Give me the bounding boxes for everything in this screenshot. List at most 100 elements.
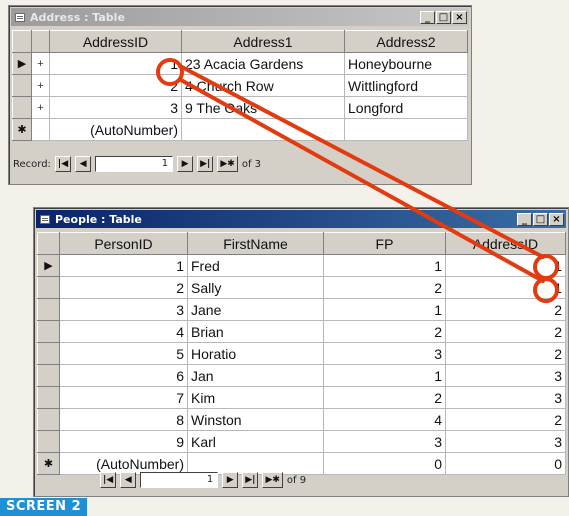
first-name-cell[interactable]: Brian	[187, 320, 324, 343]
table-row[interactable]: 7 Kim 2 3	[37, 386, 566, 409]
record-selector[interactable]: ▶	[37, 254, 60, 277]
close-button[interactable]: ×	[452, 10, 467, 24]
table-row[interactable]: 8 Winston 4 2	[37, 408, 566, 431]
first-name-cell[interactable]: Karl	[187, 430, 324, 453]
person-id-cell[interactable]: 2	[59, 276, 188, 299]
column-header-address2[interactable]: Address2	[344, 30, 468, 53]
corner-cell[interactable]	[37, 232, 60, 255]
first-name-cell[interactable]: Horatio	[187, 342, 324, 365]
fp-cell[interactable]: 2	[323, 320, 446, 343]
address1-cell[interactable]: 23 Acacia Gardens	[181, 52, 345, 75]
address2-cell[interactable]: Longford	[344, 96, 468, 119]
address-window-titlebar[interactable]: Address : Table _ □ ×	[11, 8, 469, 26]
first-name-cell[interactable]: Winston	[187, 408, 324, 431]
column-header-address1[interactable]: Address1	[181, 30, 345, 53]
first-name-cell[interactable]: Kim	[187, 386, 324, 409]
minimize-button[interactable]: _	[420, 10, 435, 24]
address-id-cell[interactable]: 2	[445, 298, 566, 321]
person-id-cell[interactable]: 5	[59, 342, 188, 365]
table-row[interactable]: ▶ 1 Fred 1 1	[37, 254, 566, 277]
record-selector[interactable]	[37, 320, 60, 343]
expand-icon[interactable]: +	[31, 74, 50, 97]
minimize-button[interactable]: _	[517, 212, 532, 226]
person-id-cell[interactable]: 4	[59, 320, 188, 343]
expand-icon[interactable]: +	[31, 52, 50, 75]
table-row[interactable]: 2 Sally 2 1	[37, 276, 566, 299]
maximize-button[interactable]: □	[436, 10, 451, 24]
address-id-cell[interactable]: 2	[445, 320, 566, 343]
first-record-button[interactable]: |◀	[54, 156, 72, 172]
person-id-cell[interactable]: 3	[59, 298, 188, 321]
table-row[interactable]: + 2 4 Church Row Wittlingford	[12, 74, 468, 97]
address-id-cell[interactable]: 1	[445, 254, 566, 277]
first-record-button[interactable]: |◀	[100, 472, 117, 488]
fp-cell[interactable]: 1	[323, 364, 446, 387]
table-row[interactable]: 9 Karl 3 3	[37, 430, 566, 453]
address-id-cell[interactable]: 3	[49, 96, 182, 119]
address1-cell[interactable]: 4 Church Row	[181, 74, 345, 97]
person-id-cell[interactable]: 1	[59, 254, 188, 277]
new-record-icon[interactable]: ✱	[12, 118, 32, 141]
last-record-button[interactable]: ▶|	[197, 156, 214, 172]
fp-cell[interactable]: 1	[323, 254, 446, 277]
address-id-cell[interactable]: 1	[49, 52, 182, 75]
address-id-cell[interactable]: 0	[445, 452, 566, 475]
address2-cell[interactable]: Wittlingford	[344, 74, 468, 97]
table-row[interactable]: + 3 9 The Oaks Longford	[12, 96, 468, 119]
maximize-button[interactable]: □	[533, 212, 548, 226]
record-number-input[interactable]: 1	[140, 472, 219, 488]
next-record-button[interactable]: ▶	[177, 156, 194, 172]
new-record-row[interactable]: ✱ (AutoNumber)	[12, 118, 468, 141]
empty-cell[interactable]	[181, 118, 345, 141]
address-id-cell[interactable]: 3	[445, 364, 566, 387]
table-row[interactable]: 4 Brian 2 2	[37, 320, 566, 343]
address-id-cell[interactable]: 3	[445, 430, 566, 453]
record-selector[interactable]	[37, 342, 60, 365]
first-name-cell[interactable]: Jane	[187, 298, 324, 321]
close-button[interactable]: ×	[549, 212, 564, 226]
first-name-cell[interactable]: Fred	[187, 254, 324, 277]
column-header-addressid[interactable]: AddressID	[445, 232, 566, 255]
address-id-cell[interactable]: 3	[445, 386, 566, 409]
column-header-fp[interactable]: FP	[323, 232, 446, 255]
column-header-addressid[interactable]: AddressID	[49, 30, 182, 53]
corner-cell[interactable]	[12, 30, 32, 53]
fp-cell[interactable]: 3	[323, 430, 446, 453]
first-name-cell[interactable]: Jan	[187, 364, 324, 387]
new-record-button[interactable]: ▶✱	[262, 472, 283, 488]
last-record-button[interactable]: ▶|	[242, 472, 259, 488]
people-table-window[interactable]: People : Table _ □ × PersonID FirstName …	[33, 207, 569, 497]
record-selector[interactable]	[37, 276, 60, 299]
address-id-cell[interactable]: 1	[445, 276, 566, 299]
fp-cell[interactable]: 4	[323, 408, 446, 431]
new-record-button[interactable]: ▶✱	[217, 156, 238, 172]
table-row[interactable]: 6 Jan 1 3	[37, 364, 566, 387]
record-selector[interactable]	[37, 408, 60, 431]
next-record-button[interactable]: ▶	[222, 472, 239, 488]
address1-cell[interactable]: 9 The Oaks	[181, 96, 345, 119]
person-id-cell[interactable]: 8	[59, 408, 188, 431]
person-id-cell[interactable]: 6	[59, 364, 188, 387]
address-id-cell[interactable]: 2	[445, 342, 566, 365]
person-id-cell[interactable]: 9	[59, 430, 188, 453]
address2-cell[interactable]: Honeybourne	[344, 52, 468, 75]
person-id-cell[interactable]: 7	[59, 386, 188, 409]
record-number-input[interactable]: 1	[95, 156, 174, 172]
empty-cell[interactable]	[344, 118, 468, 141]
column-header-firstname[interactable]: FirstName	[187, 232, 324, 255]
fp-cell[interactable]: 0	[323, 452, 446, 475]
record-selector[interactable]	[37, 386, 60, 409]
address-id-cell[interactable]: 2	[49, 74, 182, 97]
autonumber-cell[interactable]: (AutoNumber)	[49, 118, 182, 141]
people-window-titlebar[interactable]: People : Table _ □ ×	[36, 210, 566, 228]
table-row[interactable]: 5 Horatio 3 2	[37, 342, 566, 365]
prev-record-button[interactable]: ◀	[120, 472, 137, 488]
first-name-cell[interactable]: Sally	[187, 276, 324, 299]
fp-cell[interactable]: 2	[323, 386, 446, 409]
address-id-cell[interactable]: 2	[445, 408, 566, 431]
record-selector[interactable]	[37, 298, 60, 321]
column-header-personid[interactable]: PersonID	[59, 232, 188, 255]
record-selector[interactable]	[12, 74, 32, 97]
fp-cell[interactable]: 3	[323, 342, 446, 365]
new-record-icon[interactable]: ✱	[37, 452, 60, 475]
